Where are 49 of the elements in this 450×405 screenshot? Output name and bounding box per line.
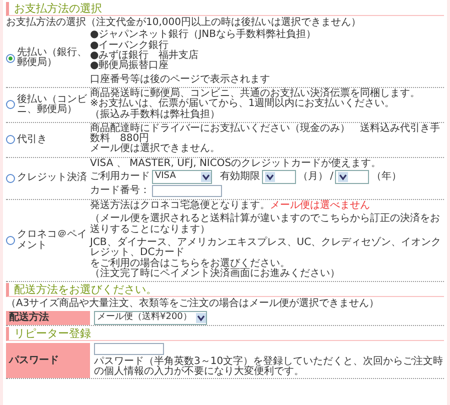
delivery-note: （A3サイズ商品や大量注文、衣類等をご注文の場合はメール便が選択できません） [6, 299, 380, 310]
option-description: JCB、ダイナース、アメリカンエキスプレス、UC、クレディセゾン、イオンクレジット、DCカード [90, 238, 442, 258]
chevron-down-icon [265, 172, 275, 182]
section-heading: 配送方法をお選びください。 [6, 283, 444, 298]
month-label: （月） [298, 172, 328, 182]
month-select[interactable] [262, 170, 296, 184]
form-label: パスワード [6, 343, 90, 378]
year-label: （年） [371, 172, 402, 182]
form-label: 配送方法 [6, 310, 90, 325]
option-label[interactable]: クロネコ＠ペイメント [17, 230, 90, 251]
chevron-down-icon [338, 172, 348, 182]
section-heading: お支払方法の選択 [6, 2, 444, 16]
field-label: 有効期限 [220, 172, 260, 182]
option-label[interactable]: 先払い（銀行、郵便局） [17, 48, 90, 69]
option-description: ●イーバンク銀行 [90, 40, 169, 51]
delivery-select[interactable]: メール便（送料¥200） [94, 310, 207, 325]
separator-text: / [330, 172, 334, 182]
option-description: 発送方法はクロネコ宅急便となります。 [90, 200, 270, 212]
option-description: ●ジャパンネット銀行（JNBなら手数料弊社負担） [90, 30, 318, 40]
card-select[interactable]: VISA [152, 170, 212, 184]
chevron-down-icon [201, 172, 211, 182]
radio-button[interactable] [6, 135, 15, 144]
chevron-down-icon [196, 312, 206, 323]
option-description: ●郵便局振替口座 [90, 61, 170, 72]
option-description: ※お支払いは、伝票が届いてから、1週間以内にお支払いください。 [90, 99, 396, 110]
option-description: 商品配達時にドライバーにお支払いください（現金のみ） 送料込み代引き手数料 880円 [90, 124, 441, 144]
year-select[interactable] [335, 170, 370, 184]
option-description: （振込み手数料は弊社負担） [90, 110, 221, 120]
radio-button[interactable] [6, 236, 15, 246]
option-label[interactable]: クレジット決済 [17, 173, 87, 184]
option-description: （注文完了時にペイメント決済画面にお進みください） [90, 268, 341, 280]
option-description: 口座番号等は後のページで表示されます [90, 74, 271, 85]
radio-button[interactable] [6, 54, 15, 63]
warning-text: メール便は選べません [270, 200, 370, 212]
field-label: カード番号： [90, 186, 150, 196]
field-hint: パスワード（半角英数3～10文字）を登録していただくと、次回からご注文時の個人情報の入力が不要になり大変便利です。 [94, 356, 444, 378]
password-field[interactable] [94, 343, 164, 356]
option-label[interactable]: 後払い（コンビニ、郵便局） [17, 94, 90, 116]
radio-button[interactable] [6, 174, 15, 183]
card-number-field[interactable] [152, 185, 222, 198]
radio-button[interactable] [6, 100, 15, 110]
field-label: ご利用カード [90, 172, 150, 182]
option-label[interactable]: 代引き [17, 134, 47, 145]
payment-note: お支払方法の選択（注文代金が10,000円以上の時は後払いは選択できません） [6, 18, 362, 28]
option-description: をご利用の場合はこちらをお選びください。 [90, 258, 291, 269]
option-description: VISA 、 MASTER, UFJ, NICOSのクレジットカードが使えます。 [90, 158, 382, 170]
option-description: メール便は選択できません。 [90, 144, 221, 155]
option-description: （メール便を選択されると送料計算が違いますのでこちらから訂正の決済をお送りすることになります） [90, 214, 441, 235]
option-description: 商品発送時に郵便局、コンビニ、共通のお支払い決済伝票を同梱します。 [90, 88, 421, 99]
